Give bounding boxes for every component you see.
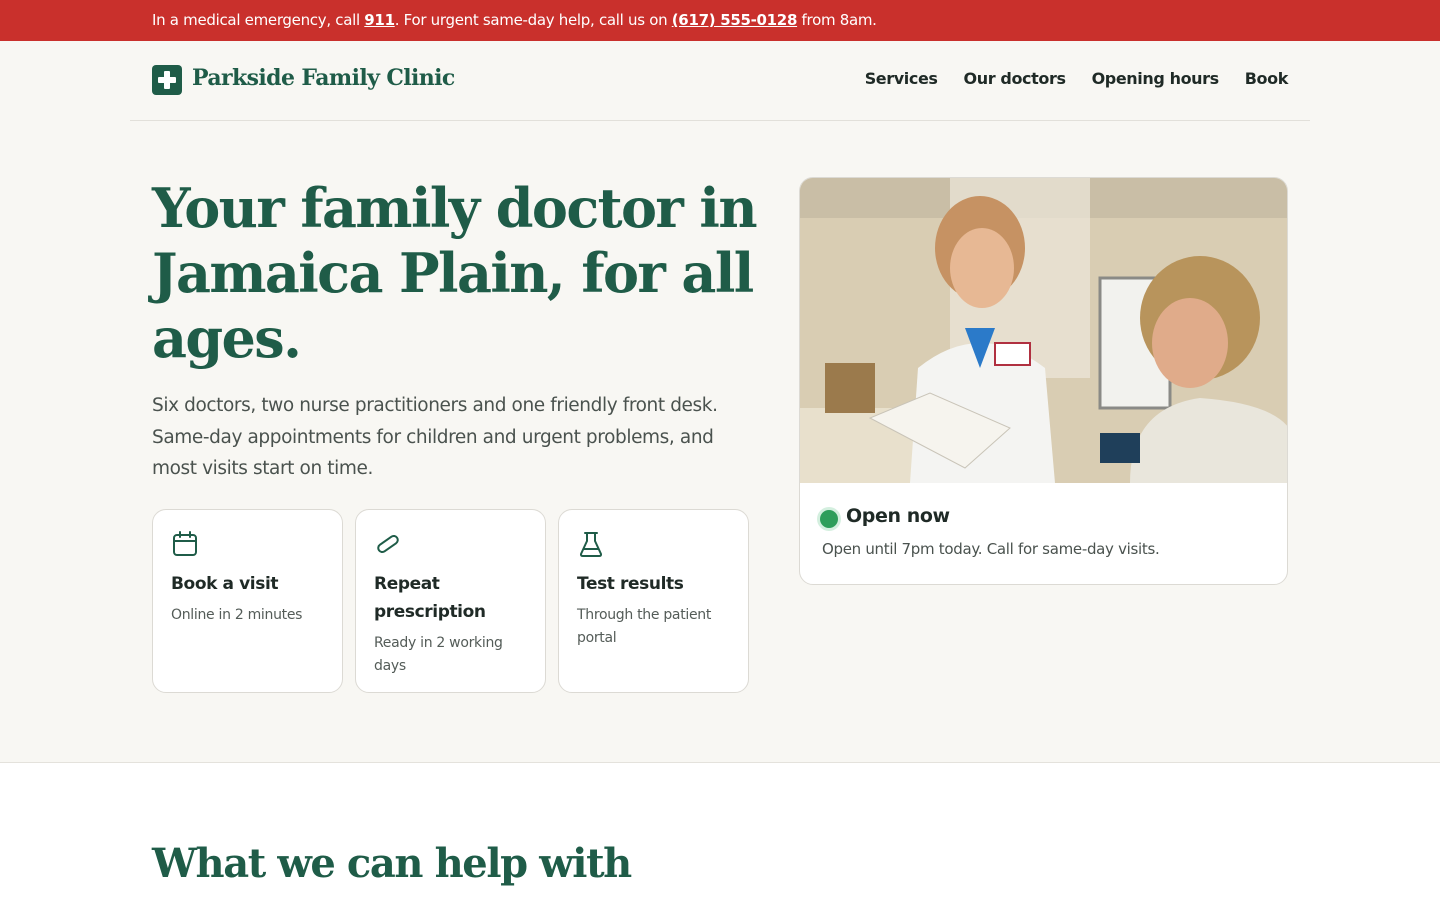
emergency-number-link[interactable]: 911: [364, 11, 395, 29]
tile-subtitle: Ready in 2 working days: [374, 635, 503, 674]
status-detail: Open until 7pm today. Call for same-day …: [822, 540, 1160, 558]
tile-book-visit[interactable]: Book a visit Online in 2 minutes: [152, 509, 343, 693]
tile-title: Book a visit: [171, 574, 279, 594]
nav-services[interactable]: Services: [865, 69, 938, 88]
flask-icon: [579, 532, 603, 557]
status-indicator-icon: [820, 510, 838, 528]
alert-text-suffix: from 8am.: [797, 11, 877, 29]
alert-text-middle: . For urgent same-day help, call us on: [394, 11, 672, 29]
clinic-phone-link[interactable]: (617) 555-0128: [672, 11, 798, 29]
tile-subtitle: Online in 2 minutes: [171, 607, 303, 623]
pill-icon: [377, 534, 399, 554]
alert-text-prefix: In a medical emergency, call: [152, 11, 365, 29]
tile-title: Test results: [577, 574, 684, 594]
brand-name[interactable]: Parkside Family Clinic: [192, 65, 455, 91]
hero-subtitle: Six doctors, two nurse practitioners and…: [152, 395, 718, 479]
site-header: Parkside Family Clinic Services Our doct…: [130, 41, 1310, 121]
main-nav: Services Our doctors Opening hours Book: [865, 69, 1289, 88]
clinic-status-card: Open now Open until 7pm today. Call for …: [799, 177, 1288, 585]
tile-test-results[interactable]: Test results Through the patient portal: [558, 509, 749, 693]
nav-book[interactable]: Book: [1245, 69, 1289, 88]
services-section-title: What we can help with: [152, 840, 632, 887]
doctor-with-patient-photo: [800, 178, 1287, 483]
nav-our-doctors[interactable]: Our doctors: [964, 69, 1066, 88]
medical-cross-icon[interactable]: [152, 65, 182, 95]
tile-title: Repeat prescription: [374, 574, 486, 622]
nav-opening-hours[interactable]: Opening hours: [1092, 69, 1220, 88]
hero-title: Your family doctor in Jamaica Plain, for…: [152, 176, 758, 370]
emergency-alert-bar: In a medical emergency, call 911. For ur…: [0, 0, 1440, 41]
calendar-icon: [173, 531, 197, 556]
tile-repeat-prescription[interactable]: Repeat prescription Ready in 2 working d…: [355, 509, 546, 693]
tile-subtitle: Through the patient portal: [577, 607, 712, 646]
status-title: Open now: [846, 505, 950, 527]
